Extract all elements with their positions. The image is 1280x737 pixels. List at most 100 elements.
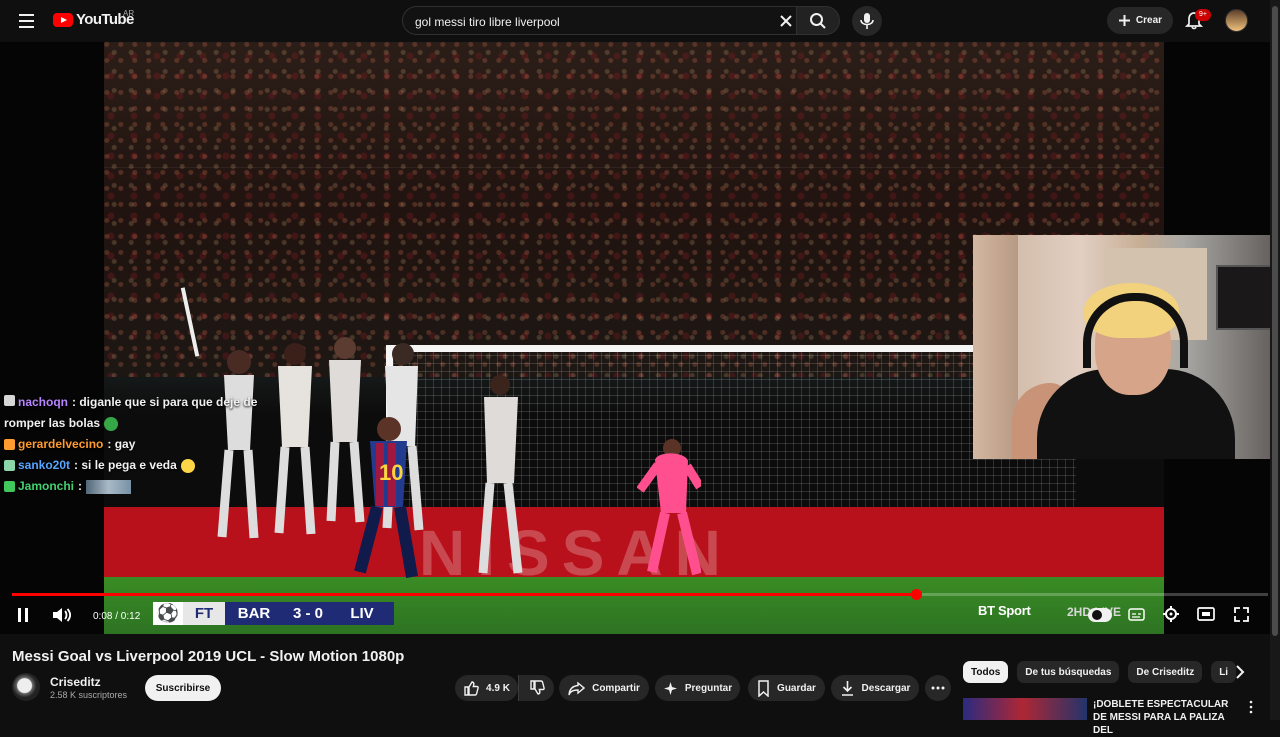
dislike-button[interactable]: [518, 675, 554, 701]
recommendation-filters: Todos De tus búsquedas De Criseditz Li: [963, 661, 1263, 683]
autoplay-toggle[interactable]: [1088, 608, 1112, 622]
more-actions-button[interactable]: [925, 675, 951, 701]
share-icon: [568, 681, 586, 696]
subscribe-button[interactable]: Suscribirse: [145, 675, 221, 701]
create-button[interactable]: Crear: [1107, 7, 1173, 34]
emote-image-icon: [86, 479, 132, 494]
dislike-icon: [529, 680, 545, 695]
top-bar: YouTube AR Crear 9+: [0, 0, 1280, 42]
liverpool-player: [478, 375, 523, 574]
progress-fill: [12, 593, 917, 596]
theater-icon: [1196, 607, 1215, 621]
player-controls: 0:08 / 0:12 ⚽ FT BAR 3 - 0 LIV BT Sport …: [0, 602, 1280, 634]
search-icon: [810, 12, 826, 29]
streamer-webcam: [973, 235, 1280, 459]
search-box[interactable]: [402, 6, 796, 35]
save-icon: [758, 679, 769, 697]
time-display: 0:08 / 0:12: [93, 611, 141, 622]
chat-text: : gay: [107, 437, 136, 451]
settings-button[interactable]: [1160, 604, 1181, 624]
score-period: FT: [194, 605, 214, 622]
chat-username: gerardelvecino: [18, 437, 104, 451]
fullscreen-icon: [1233, 606, 1249, 622]
chat-message: sanko20t: si le pega e veda: [4, 455, 284, 476]
search-button[interactable]: [796, 6, 840, 35]
emote-icon: [180, 458, 195, 473]
chat-text: :: [78, 479, 83, 493]
more-vertical-icon[interactable]: [1244, 700, 1258, 714]
chat-username: Jamonchi: [18, 479, 75, 493]
save-button[interactable]: Guardar: [748, 675, 825, 701]
chevron-right-icon[interactable]: [1232, 664, 1248, 680]
settings-icon: [1162, 606, 1179, 622]
score-home-team: BAR: [237, 605, 271, 622]
theater-button[interactable]: [1196, 606, 1215, 622]
save-label: Guardar: [777, 682, 816, 694]
chat-message: gerardelvecino: gay: [4, 434, 284, 455]
scrollbar-thumb[interactable]: [1272, 6, 1278, 636]
score-away-team: LIV: [350, 605, 374, 622]
chat-badge-icon: [4, 481, 15, 492]
fullscreen-button[interactable]: [1232, 605, 1250, 623]
chat-text: : si le pega e veda: [74, 458, 177, 472]
ask-label: Preguntar: [684, 682, 733, 694]
menu-button[interactable]: [12, 8, 40, 34]
filter-chip-channel[interactable]: De Criseditz: [1128, 661, 1203, 683]
like-count: 4.9 K: [486, 682, 510, 694]
ask-icon: [663, 681, 677, 695]
ask-button[interactable]: Preguntar: [655, 675, 740, 701]
broadcaster-logo: BT Sport: [978, 603, 1031, 618]
mic-icon: [860, 13, 874, 29]
menu-icon: [18, 14, 34, 16]
create-label: Crear: [1135, 15, 1163, 26]
ucl-ball-icon: ⚽: [156, 603, 180, 623]
clear-icon[interactable]: [779, 14, 793, 28]
chat-badge-icon: [4, 395, 15, 406]
chat-badge-icon: [4, 460, 15, 471]
chat-message: nachoqn: diganle que si para que deje de…: [4, 392, 276, 434]
progress-bar[interactable]: [12, 589, 1268, 600]
messi-player: 10: [354, 417, 418, 579]
goalkeeper: [637, 439, 701, 576]
channel-avatar[interactable]: [12, 673, 40, 701]
emote-icon: [104, 416, 119, 431]
toggle-knob: [1091, 610, 1102, 620]
download-label: Descargar: [861, 682, 911, 694]
chat-overlay: nachoqn: diganle que si para que deje de…: [4, 392, 284, 497]
youtube-logo[interactable]: YouTube: [53, 11, 134, 28]
svg-text:10: 10: [379, 460, 403, 485]
more-icon: [931, 686, 945, 690]
recommended-video-thumbnail[interactable]: [963, 698, 1087, 720]
plus-icon: [1118, 15, 1130, 26]
volume-button[interactable]: [50, 605, 72, 625]
stand-divider: [104, 167, 1164, 168]
subscriber-count: 2.58 K suscriptores: [50, 690, 128, 700]
chat-badge-icon: [4, 439, 15, 450]
like-icon: [464, 681, 479, 696]
search-input[interactable]: [415, 13, 765, 30]
volume-icon: [53, 608, 71, 622]
pause-icon: [18, 608, 28, 622]
score-result: 3 - 0: [292, 605, 323, 622]
pause-button[interactable]: [14, 606, 32, 624]
captions-icon: [1127, 607, 1145, 621]
share-label: Compartir: [592, 682, 640, 694]
filter-chip-all[interactable]: Todos: [963, 661, 1009, 683]
channel-name[interactable]: Criseditz: [50, 675, 101, 689]
youtube-play-icon: [53, 12, 73, 27]
voice-search-button[interactable]: [852, 6, 882, 36]
chat-username: nachoqn: [18, 395, 68, 409]
captions-button[interactable]: [1127, 606, 1145, 622]
like-button[interactable]: 4.9 K: [455, 675, 518, 701]
download-button[interactable]: Descargar: [831, 675, 919, 701]
recommended-video-title[interactable]: ¡DOBLETE ESPECTACULAR DE MESSI PARA LA P…: [1093, 698, 1241, 737]
video-player[interactable]: NISSAN 10 nachoqn: diganle que si para q…: [0, 42, 1280, 634]
scoreboard: ⚽ FT BAR 3 - 0 LIV: [153, 602, 394, 625]
filter-chip-searches[interactable]: De tus búsquedas: [1017, 661, 1120, 683]
share-button[interactable]: Compartir: [559, 675, 649, 701]
account-avatar[interactable]: [1225, 9, 1248, 32]
country-code: AR: [123, 9, 135, 18]
chat-username: sanko20t: [18, 458, 71, 472]
chat-message: Jamonchi:: [4, 476, 284, 497]
notifications-badge: 9+: [1195, 9, 1211, 21]
